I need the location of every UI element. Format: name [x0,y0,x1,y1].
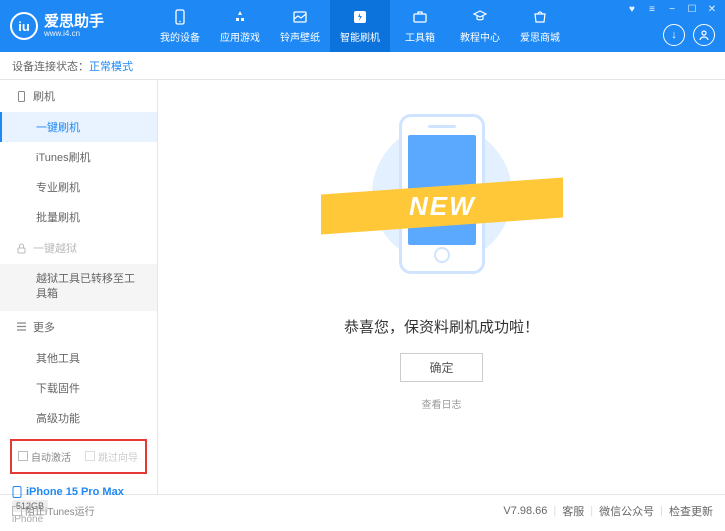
header: iu 爱思助手 www.i4.cn 我的设备 应用游戏 铃声壁纸 智能刷机 工具… [0,0,725,52]
sidebar-item-othertools[interactable]: 其他工具 [0,343,157,373]
nav-tutorials[interactable]: 教程中心 [450,0,510,52]
main-content: NEW 恭喜您，保资料刷机成功啦！ 确定 查看日志 [158,80,725,494]
nav-my-device[interactable]: 我的设备 [150,0,210,52]
status-value: 正常模式 [89,58,133,74]
logo: iu 爱思助手 www.i4.cn [0,12,150,40]
top-nav: 我的设备 应用游戏 铃声壁纸 智能刷机 工具箱 教程中心 爱思商城 [150,0,570,52]
logo-icon: iu [10,12,38,40]
sidebar-section-more[interactable]: 更多 [0,311,157,343]
nav-flash[interactable]: 智能刷机 [330,0,390,52]
checkbox-skip-guide[interactable]: 跳过向导 [85,449,138,464]
nav-apps[interactable]: 应用游戏 [210,0,270,52]
device-icon [171,8,189,26]
lock-icon [16,243,27,254]
nav-ringtones[interactable]: 铃声壁纸 [270,0,330,52]
sidebar-item-itunes[interactable]: iTunes刷机 [0,142,157,172]
footer-link-update[interactable]: 检查更新 [669,503,713,519]
download-button[interactable]: ↓ [663,24,685,46]
store-icon [531,8,549,26]
status-bar: 设备连接状态： 正常模式 [0,52,725,80]
success-illustration: NEW [357,106,527,296]
sidebar-jailbreak-note: 越狱工具已转移至工具箱 [0,264,157,311]
nav-store[interactable]: 爱思商城 [510,0,570,52]
status-label: 设备连接状态： [12,58,89,74]
ok-button[interactable]: 确定 [400,353,482,382]
sidebar-item-pro[interactable]: 专业刷机 [0,172,157,202]
version-label: V7.98.66 [503,505,547,517]
tutorial-icon [471,8,489,26]
menu-dropdown-icon[interactable]: ≡ [645,4,659,15]
menu-icon[interactable]: ♥ [625,4,639,15]
wallpaper-icon [291,8,309,26]
footer-link-support[interactable]: 客服 [562,503,584,519]
header-actions: ↓ [663,24,715,46]
sidebar-item-download[interactable]: 下载固件 [0,373,157,403]
user-button[interactable] [693,24,715,46]
view-log-link[interactable]: 查看日志 [422,396,462,411]
nav-toolbox[interactable]: 工具箱 [390,0,450,52]
apps-icon [231,8,249,26]
minimize-icon[interactable]: − [665,4,679,15]
device-small-icon [16,91,27,102]
window-controls: ♥ ≡ − ☐ ✕ [625,4,719,15]
checkbox-auto-activate[interactable]: 自动激活 [18,449,71,464]
app-name: 爱思助手 [44,14,104,29]
app-url: www.i4.cn [44,29,104,38]
sidebar: 刷机 一键刷机 iTunes刷机 专业刷机 批量刷机 一键越狱 越狱工具已转移至… [0,80,158,494]
success-message: 恭喜您，保资料刷机成功啦！ [344,316,539,337]
sidebar-section-jailbreak: 一键越狱 [0,232,157,264]
sidebar-section-flash[interactable]: 刷机 [0,80,157,112]
toolbox-icon [411,8,429,26]
sidebar-item-batch[interactable]: 批量刷机 [0,202,157,232]
maximize-icon[interactable]: ☐ [685,4,699,15]
list-icon [16,321,27,332]
device-name: iPhone 15 Pro Max [26,486,124,498]
footer-link-wechat[interactable]: 微信公众号 [599,503,654,519]
flash-icon [351,8,369,26]
checkbox-block-itunes[interactable]: 阻止iTunes运行 [12,503,95,518]
sidebar-item-advanced[interactable]: 高级功能 [0,403,157,433]
new-ribbon: NEW [321,178,563,235]
close-icon[interactable]: ✕ [705,4,719,15]
highlighted-options: 自动激活 跳过向导 [10,439,147,474]
sidebar-item-oneclick[interactable]: 一键刷机 [0,112,157,142]
phone-icon [12,486,22,498]
